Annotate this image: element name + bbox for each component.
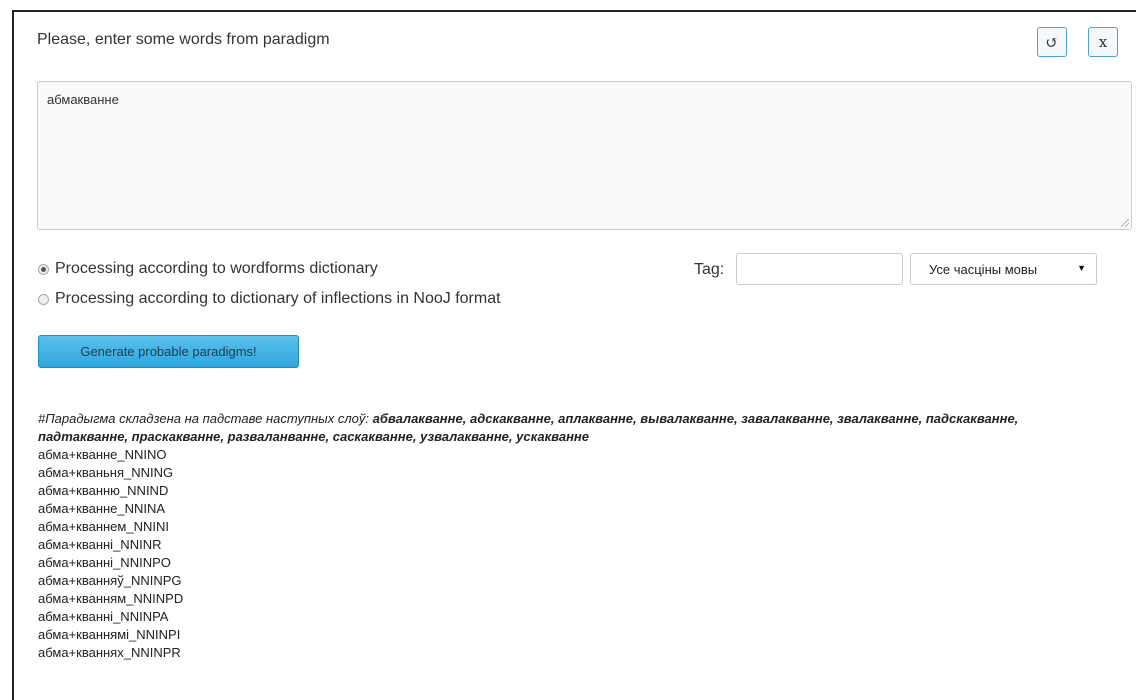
- part-of-speech-select[interactable]: Усе часціны мовы ▼: [910, 253, 1097, 285]
- generate-paradigms-button[interactable]: Generate probable paradigms!: [38, 335, 299, 368]
- paradigm-form: абма+кванні_NNINPA: [38, 609, 169, 624]
- tag-input[interactable]: [736, 253, 903, 285]
- radio-nooj[interactable]: [38, 293, 49, 305]
- radio-wordforms-label: Processing according to wordforms dictio…: [55, 260, 378, 277]
- close-icon: x: [1098, 33, 1108, 51]
- basis-line: #Парадыгма складзена на падставе наступн…: [38, 410, 1078, 446]
- tag-label: Tag:: [694, 261, 725, 278]
- paradigm-form: абма+кваннем_NNINI: [38, 519, 169, 534]
- radio-wordforms-option[interactable]: Processing according to wordforms dictio…: [38, 260, 378, 278]
- paradigm-form: абма+кваньня_NNING: [38, 465, 174, 480]
- paradigm-form: абма+кванняў_NNINPG: [38, 573, 182, 588]
- close-button[interactable]: x: [1088, 27, 1118, 57]
- paradigm-form: абма+кваннях_NNINPR: [38, 645, 181, 660]
- refresh-icon: ↺: [1045, 32, 1059, 52]
- paradigm-form: абма+кванні_NNINR: [38, 537, 162, 552]
- words-textarea[interactable]: абмакванне: [37, 81, 1132, 230]
- paradigm-form: абма+кванне_NNINA: [38, 501, 166, 516]
- radio-wordforms[interactable]: [38, 263, 49, 275]
- radio-nooj-label: Processing according to dictionary of in…: [55, 290, 501, 307]
- part-of-speech-select-value: Усе часціны мовы: [929, 261, 1038, 277]
- radio-nooj-option[interactable]: Processing according to dictionary of in…: [38, 290, 501, 308]
- paradigm-form: абма+кваннямі_NNINPI: [38, 627, 181, 642]
- results-panel: #Парадыгма складзена на падставе наступн…: [38, 410, 1078, 662]
- paradigm-form: абма+кванні_NNINPO: [38, 555, 171, 570]
- paradigm-form: абма+кванням_NNINPD: [38, 591, 184, 606]
- words-textarea-value: абмакванне: [47, 92, 119, 107]
- page-title: Please, enter some words from paradigm: [37, 31, 330, 48]
- resize-handle-icon[interactable]: [1121, 219, 1129, 227]
- paradigm-form: абма+кванне_NNINO: [38, 447, 167, 462]
- basis-intro: #Парадыгма складзена на падставе наступн…: [38, 411, 373, 426]
- paradigm-form: абма+кванню_NNIND: [38, 483, 169, 498]
- chevron-down-icon: ▼: [1077, 263, 1086, 273]
- reset-button[interactable]: ↺: [1037, 27, 1067, 57]
